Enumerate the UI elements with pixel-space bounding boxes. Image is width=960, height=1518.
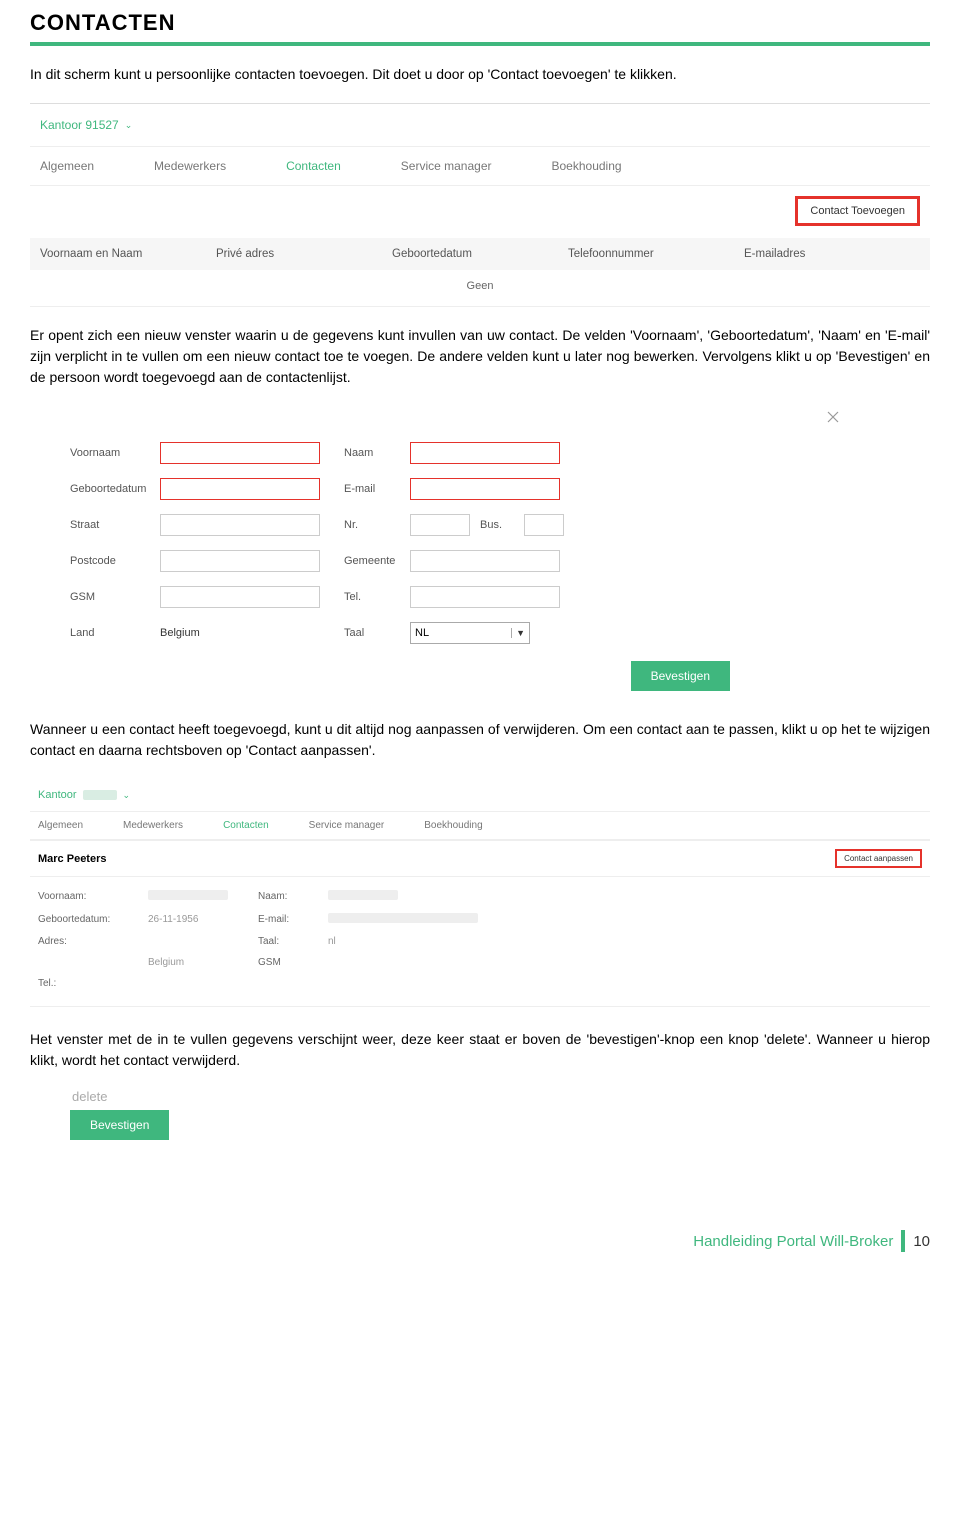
label-postcode: Postcode (70, 555, 150, 567)
empty-text: Geen (30, 280, 930, 292)
footer-title: Handleiding Portal Will-Broker (693, 1233, 893, 1250)
input-nr[interactable] (410, 514, 470, 536)
heading-underline (30, 42, 930, 46)
tab-service-manager[interactable]: Service manager (401, 159, 492, 173)
col-phone: Telefoonnummer (568, 248, 744, 260)
footer-divider (901, 1230, 905, 1252)
value-email (328, 913, 488, 926)
tab-medewerkers[interactable]: Medewerkers (123, 820, 183, 831)
redacted-smudge (83, 790, 117, 800)
input-naam[interactable] (410, 442, 560, 464)
tab-contacten[interactable]: Contacten (286, 159, 341, 173)
select-taal[interactable]: NL ▼ (410, 622, 530, 644)
screenshot-contact-detail: Kantoor ⌄ Algemeen Medewerkers Contacten… (30, 779, 930, 1007)
value-geboorte: 26-11-1956 (148, 914, 258, 925)
label-geboorte: Geboortedatum: (38, 914, 148, 925)
tab-algemeen[interactable]: Algemeen (38, 820, 83, 831)
footer-page-number: 10 (913, 1233, 930, 1250)
confirm-button[interactable]: Bevestigen (631, 661, 730, 691)
label-naam: Naam (330, 447, 400, 459)
close-icon[interactable] (826, 410, 840, 427)
input-gemeente[interactable] (410, 550, 560, 572)
tab-algemeen[interactable]: Algemeen (40, 159, 94, 173)
paragraph-modal: Er opent zich een nieuw venster waarin u… (30, 325, 930, 388)
value-land: Belgium (160, 622, 320, 644)
table-header: Voornaam en Naam Privé adres Geboortedat… (30, 238, 930, 270)
screenshot-contact-list: Kantoor 91527 ⌄ Algemeen Medewerkers Con… (30, 103, 930, 307)
label-straat: Straat (70, 519, 150, 531)
kantoor-label-2: Kantoor (38, 789, 77, 801)
label-nr: Nr. (330, 519, 400, 531)
paragraph-intro: In dit scherm kunt u persoonlijke contac… (30, 64, 930, 85)
tab-bar-2: Algemeen Medewerkers Contacten Service m… (30, 812, 930, 840)
tab-medewerkers[interactable]: Medewerkers (154, 159, 226, 173)
label-gsm: GSM (70, 591, 150, 603)
col-birthdate: Geboortedatum (392, 248, 568, 260)
kantoor-label: Kantoor 91527 (40, 118, 119, 132)
input-straat[interactable] (160, 514, 320, 536)
input-gsm[interactable] (160, 586, 320, 608)
label-email: E-mail: (258, 914, 328, 925)
value-voornaam (148, 890, 258, 903)
screenshot-delete-confirm: delete Bevestigen (70, 1089, 930, 1140)
label-taal: Taal (330, 627, 400, 639)
chevron-down-icon: ⌄ (123, 790, 131, 801)
input-email[interactable] (410, 478, 560, 500)
col-email: E-mailadres (744, 248, 920, 260)
label-taal: Taal: (258, 936, 328, 947)
tab-service-manager[interactable]: Service manager (309, 820, 385, 831)
add-contact-button[interactable]: Contact Toevoegen (795, 196, 920, 226)
tab-contacten[interactable]: Contacten (223, 820, 269, 831)
tab-boekhouding[interactable]: Boekhouding (424, 820, 482, 831)
input-postcode[interactable] (160, 550, 320, 572)
tab-boekhouding[interactable]: Boekhouding (552, 159, 622, 173)
dropdown-arrow-icon: ▼ (511, 628, 525, 638)
label-geboorte: Geboortedatum (70, 483, 150, 495)
col-name: Voornaam en Naam (40, 248, 216, 260)
select-taal-value: NL (415, 627, 429, 639)
section-heading: CONTACTEN (30, 10, 930, 36)
paragraph-edit: Wanneer u een contact heeft toegevoegd, … (30, 719, 930, 761)
delete-link[interactable]: delete (70, 1089, 930, 1104)
input-geboorte[interactable] (160, 478, 320, 500)
screenshot-contact-form: Voornaam Naam Geboortedatum E-mail Straa… (70, 406, 870, 697)
table-empty-row: Geen (30, 270, 930, 307)
input-bus[interactable] (524, 514, 564, 536)
label-gsm: GSM (258, 957, 328, 968)
chevron-down-icon: ⌄ (125, 120, 133, 131)
label-voornaam: Voornaam: (38, 891, 148, 902)
kantoor-dropdown-2[interactable]: Kantoor ⌄ (30, 779, 930, 812)
contact-name: Marc Peeters (38, 853, 107, 865)
label-adres: Adres: (38, 936, 148, 947)
input-tel[interactable] (410, 586, 560, 608)
label-land: Land (70, 627, 150, 639)
paragraph-delete: Het venster met de in te vullen gegevens… (30, 1029, 930, 1071)
page-footer: Handleiding Portal Will-Broker 10 (30, 1230, 930, 1252)
kantoor-dropdown[interactable]: Kantoor 91527 ⌄ (30, 104, 930, 147)
value-taal: nl (328, 936, 488, 947)
col-address: Privé adres (216, 248, 392, 260)
label-naam: Naam: (258, 891, 328, 902)
label-voornaam: Voornaam (70, 447, 150, 459)
label-tel: Tel. (330, 591, 400, 603)
label-email: E-mail (330, 483, 400, 495)
label-tel: Tel.: (38, 978, 148, 989)
input-voornaam[interactable] (160, 442, 320, 464)
tab-bar: Algemeen Medewerkers Contacten Service m… (30, 147, 930, 186)
confirm-button[interactable]: Bevestigen (70, 1110, 169, 1140)
value-land: Belgium (148, 957, 258, 968)
value-naam (328, 890, 488, 903)
edit-contact-button[interactable]: Contact aanpassen (835, 849, 922, 868)
label-gemeente: Gemeente (330, 555, 400, 567)
label-bus: Bus. (480, 519, 514, 531)
